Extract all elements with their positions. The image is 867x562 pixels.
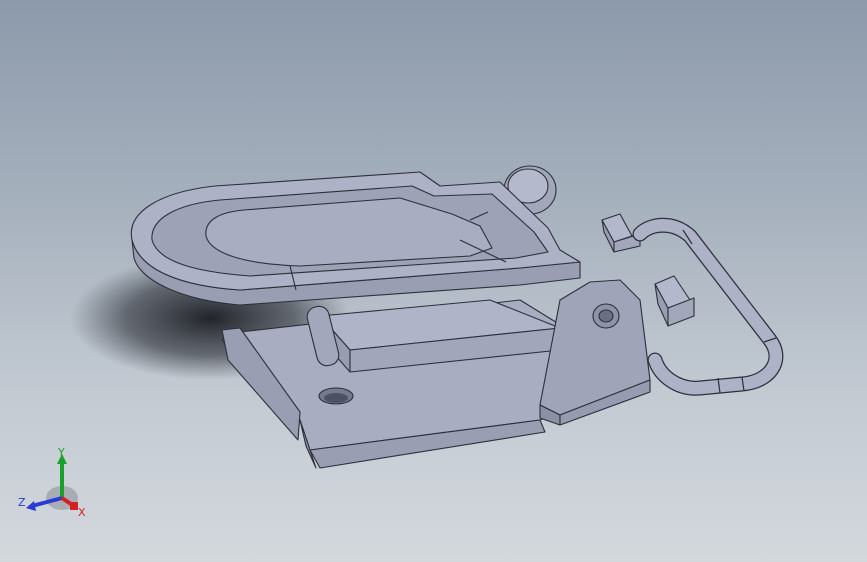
graphics-viewport[interactable]: Y Z X	[0, 0, 867, 562]
z-axis-label: Z	[18, 496, 26, 509]
y-axis-label: Y	[57, 446, 65, 459]
latch-model[interactable]	[0, 0, 867, 562]
x-axis-label: X	[78, 506, 86, 519]
hinge-bracket[interactable]	[539, 279, 651, 426]
retaining-clip-bottom[interactable]	[654, 275, 695, 327]
orientation-triad[interactable]: Y Z X	[14, 446, 94, 526]
